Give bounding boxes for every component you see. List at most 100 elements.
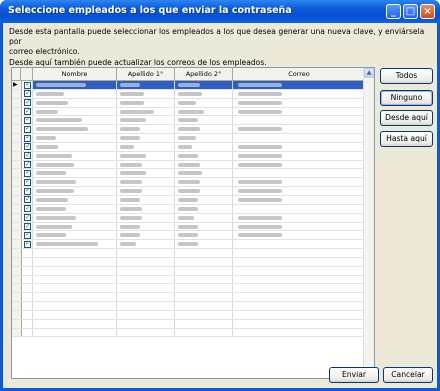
checkbox-icon[interactable]: ✓ bbox=[24, 107, 31, 116]
row-selector[interactable] bbox=[12, 319, 22, 328]
table-row[interactable]: ✓ bbox=[12, 186, 366, 196]
row-selector[interactable] bbox=[12, 222, 22, 231]
header-apellido-2[interactable]: Apellido 2° bbox=[175, 68, 233, 80]
checkbox-icon[interactable]: ✓ bbox=[24, 177, 31, 186]
minimize-icon[interactable]: _ bbox=[386, 4, 401, 19]
cancelar-button[interactable]: Cancelar bbox=[383, 367, 433, 383]
ninguno-button[interactable]: Ninguno bbox=[380, 90, 433, 106]
table-row[interactable]: ✓ bbox=[12, 151, 366, 161]
table-row[interactable] bbox=[12, 319, 366, 329]
table-row[interactable]: ✓ bbox=[12, 115, 366, 126]
checkbox-icon[interactable]: ✓ bbox=[24, 151, 31, 160]
checkbox-icon[interactable]: ✓ bbox=[24, 89, 31, 98]
row-selector[interactable] bbox=[12, 160, 22, 169]
checkbox-icon[interactable]: ✓ bbox=[24, 133, 31, 142]
row-selector[interactable] bbox=[12, 125, 22, 134]
column-divider bbox=[232, 142, 233, 151]
checkbox-icon[interactable]: ✓ bbox=[24, 195, 31, 204]
checkbox-icon[interactable]: ✓ bbox=[24, 80, 31, 89]
column-divider bbox=[174, 169, 175, 178]
header-apellido-1[interactable]: Apellido 1° bbox=[117, 68, 175, 80]
table-row[interactable] bbox=[12, 257, 366, 267]
scroll-up-icon[interactable]: ▲ bbox=[364, 68, 374, 78]
row-selector[interactable] bbox=[12, 134, 22, 142]
checkbox-icon[interactable]: ✓ bbox=[24, 204, 31, 213]
cell-apellido-1 bbox=[120, 189, 142, 194]
row-selector[interactable] bbox=[12, 257, 22, 266]
row-selector[interactable] bbox=[12, 284, 22, 293]
table-row[interactable]: ✓ bbox=[12, 239, 366, 250]
table-row[interactable] bbox=[12, 293, 366, 303]
table-row[interactable]: ▶ ✓ bbox=[12, 80, 366, 90]
row-selector[interactable] bbox=[12, 116, 22, 125]
row-selector[interactable] bbox=[12, 142, 22, 151]
table-row[interactable]: ✓ bbox=[12, 195, 366, 205]
row-selector[interactable] bbox=[12, 169, 22, 178]
table-row[interactable]: ✓ bbox=[12, 230, 366, 241]
table-row[interactable] bbox=[12, 284, 366, 294]
table-row[interactable]: ✓ bbox=[12, 89, 366, 99]
checkbox-icon[interactable]: ✓ bbox=[24, 222, 31, 230]
table-row[interactable]: ✓ bbox=[12, 222, 366, 232]
column-divider bbox=[174, 328, 175, 337]
row-selector[interactable] bbox=[12, 195, 22, 204]
row-selector[interactable] bbox=[12, 302, 22, 310]
table-row[interactable]: ✓ bbox=[12, 98, 366, 108]
table-row[interactable] bbox=[12, 328, 366, 338]
table-row[interactable]: ✓ bbox=[12, 142, 366, 152]
checkbox-icon[interactable]: ✓ bbox=[24, 168, 31, 177]
employees-grid[interactable]: Nombre Apellido 1° Apellido 2° Correo ▶ ✓… bbox=[11, 67, 375, 379]
checkbox-icon[interactable]: ✓ bbox=[24, 186, 31, 195]
table-row[interactable]: ✓ bbox=[12, 177, 366, 188]
row-selector[interactable] bbox=[12, 178, 22, 187]
todos-button[interactable]: Todos bbox=[380, 68, 433, 84]
table-row[interactable] bbox=[12, 275, 366, 285]
row-selector[interactable] bbox=[12, 98, 22, 107]
table-row[interactable] bbox=[12, 310, 366, 320]
table-row[interactable]: ✓ bbox=[12, 124, 366, 135]
row-selector[interactable] bbox=[12, 310, 22, 319]
checkbox-icon[interactable]: ✓ bbox=[24, 142, 31, 151]
checkbox-icon[interactable]: ✓ bbox=[24, 230, 31, 239]
row-selector[interactable] bbox=[12, 89, 22, 98]
row-selector[interactable] bbox=[12, 231, 22, 240]
header-nombre[interactable]: Nombre bbox=[33, 68, 117, 80]
table-row[interactable]: ✓ bbox=[12, 168, 366, 179]
close-icon[interactable]: × bbox=[420, 4, 435, 19]
checkbox-icon[interactable]: ✓ bbox=[24, 213, 31, 222]
column-divider bbox=[32, 195, 33, 204]
row-selector[interactable] bbox=[12, 213, 22, 222]
table-row[interactable]: ✓ bbox=[12, 133, 366, 143]
checkbox-icon[interactable]: ✓ bbox=[24, 124, 31, 133]
row-selector[interactable] bbox=[12, 240, 22, 249]
row-selector[interactable] bbox=[12, 187, 22, 195]
row-selector[interactable] bbox=[12, 107, 22, 116]
title-bar[interactable]: Seleccione empleados a los que enviar la… bbox=[0, 0, 440, 23]
row-selector[interactable] bbox=[12, 266, 22, 275]
table-row[interactable] bbox=[12, 249, 366, 258]
table-row[interactable]: ✓ bbox=[12, 204, 366, 214]
row-selector[interactable] bbox=[12, 275, 22, 284]
row-selector[interactable]: ▶ bbox=[12, 81, 22, 89]
checkbox-icon[interactable]: ✓ bbox=[24, 239, 31, 248]
checkbox-icon[interactable]: ✓ bbox=[24, 98, 31, 107]
table-row[interactable] bbox=[12, 302, 366, 311]
hasta-aqui-button[interactable]: Hasta aquí bbox=[380, 131, 433, 147]
table-row[interactable]: ✓ bbox=[12, 107, 366, 117]
row-selector[interactable] bbox=[12, 328, 22, 337]
row-selector[interactable] bbox=[12, 151, 22, 160]
column-divider bbox=[116, 98, 117, 107]
table-row[interactable] bbox=[12, 266, 366, 276]
desde-aqui-button[interactable]: Desde aquí bbox=[380, 110, 433, 126]
vertical-scrollbar[interactable]: ▲ ▼ bbox=[363, 68, 374, 378]
row-selector[interactable] bbox=[12, 249, 22, 257]
enviar-button[interactable]: Enviar bbox=[329, 367, 379, 383]
header-correo[interactable]: Correo bbox=[233, 68, 366, 80]
table-row[interactable]: ✓ bbox=[12, 213, 366, 223]
row-selector[interactable] bbox=[12, 293, 22, 302]
checkbox-icon[interactable]: ✓ bbox=[24, 115, 31, 124]
table-row[interactable]: ✓ bbox=[12, 160, 366, 170]
maximize-icon[interactable]: □ bbox=[403, 4, 418, 19]
checkbox-icon[interactable]: ✓ bbox=[24, 160, 31, 169]
row-selector[interactable] bbox=[12, 204, 22, 213]
